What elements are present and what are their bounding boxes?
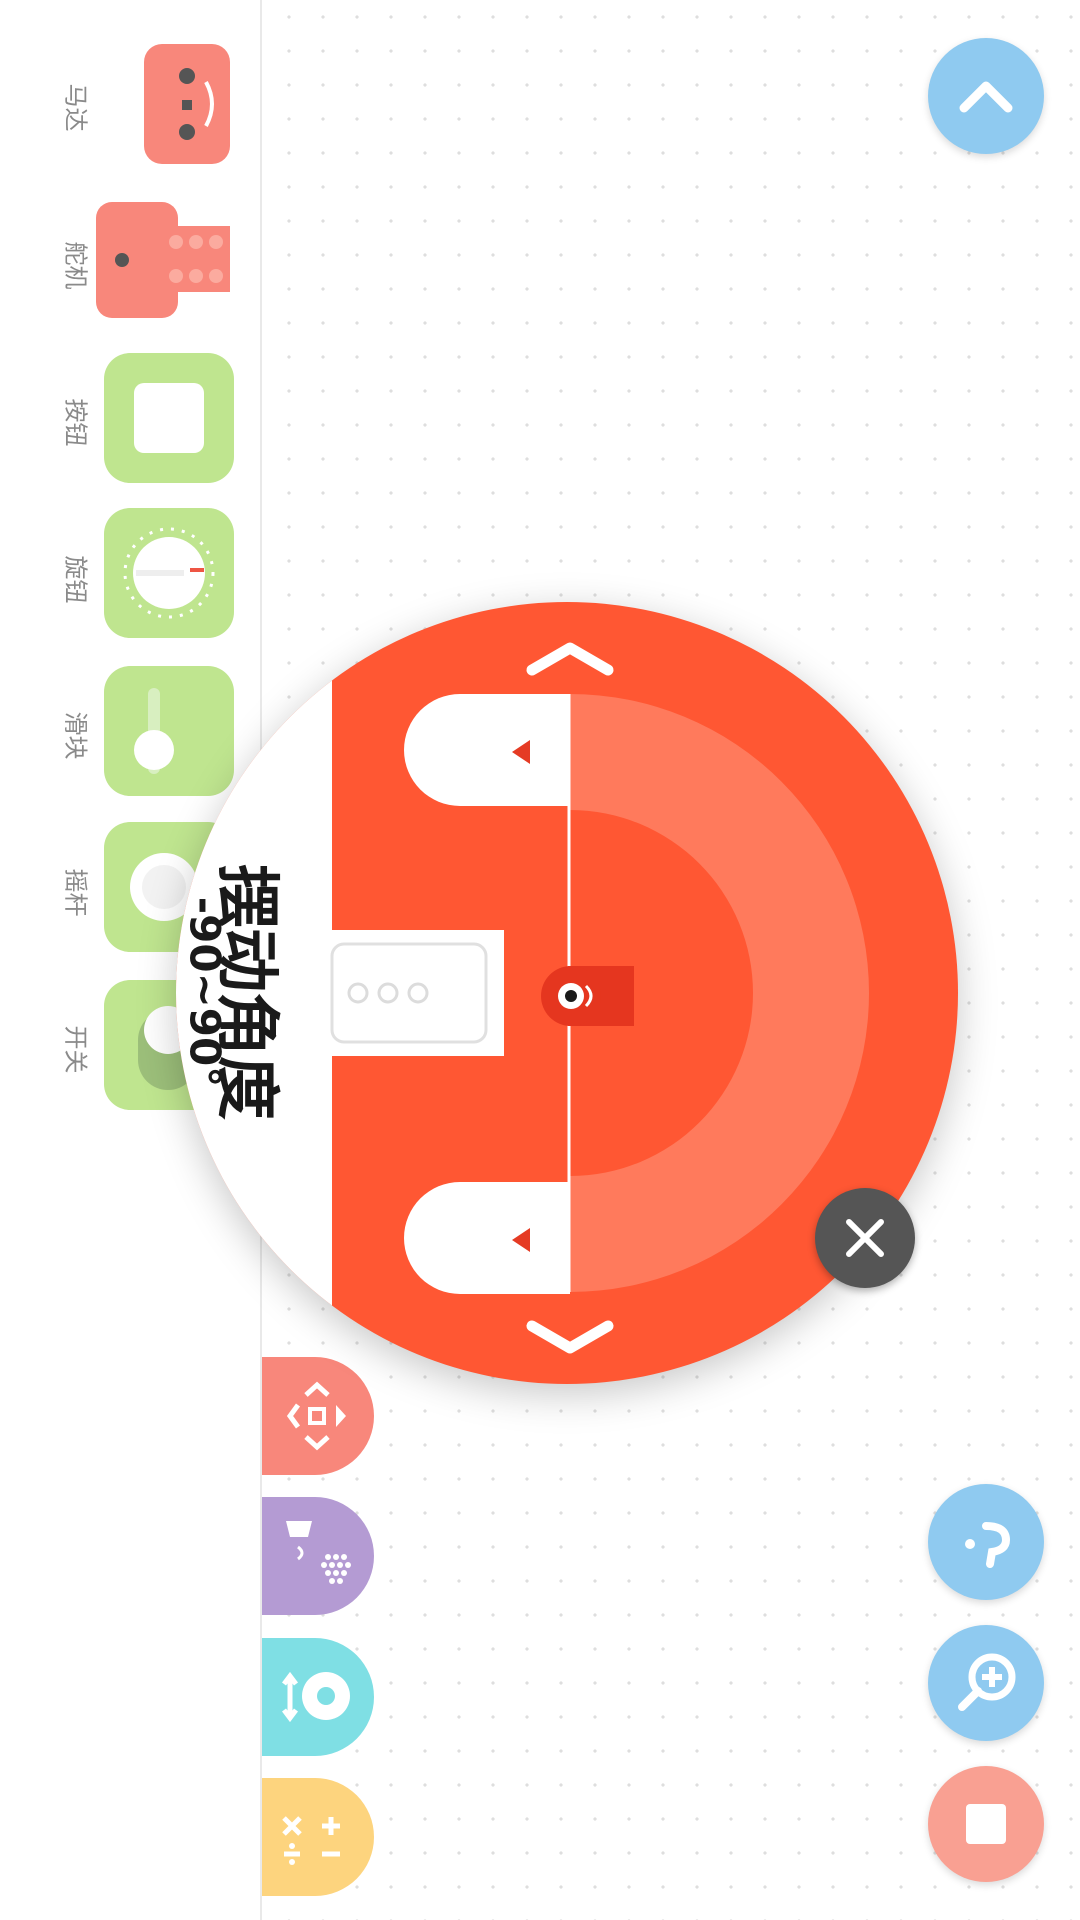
sensor-icon <box>282 1671 350 1723</box>
palette-label-motor: 马达 <box>61 83 90 132</box>
palette-item-servo[interactable] <box>96 202 230 318</box>
zoom-button[interactable] <box>928 1625 1044 1741</box>
palette-label-button: 按钮 <box>61 398 90 447</box>
help-icon <box>965 1522 1011 1568</box>
collapse-button[interactable] <box>928 38 1044 154</box>
category-tab-display-sound[interactable] <box>262 1497 374 1615</box>
palette-label-switch: 开关 <box>61 1025 90 1074</box>
palette-label-servo: 舵机 <box>61 241 90 290</box>
palette-item-motor[interactable] <box>144 44 230 164</box>
palette-label-slider: 滑块 <box>61 711 90 760</box>
palette-item-button[interactable] <box>104 353 234 483</box>
close-popup-button[interactable] <box>815 1188 915 1288</box>
category-tab-math[interactable] <box>262 1778 374 1896</box>
zoom-in-icon <box>958 1653 1016 1711</box>
motor-icon <box>179 68 214 140</box>
help-button[interactable] <box>928 1484 1044 1600</box>
category-tab-sensor[interactable] <box>262 1638 374 1756</box>
servo-icon <box>115 226 230 292</box>
chevron-up-icon <box>959 81 1013 113</box>
palette-label-knob: 旋钮 <box>61 555 90 604</box>
angle-range: -90~90° <box>180 896 230 1088</box>
stop-icon <box>966 1804 1006 1844</box>
display-sound-icon <box>286 1521 351 1584</box>
palette-label-joystick: 摇杆 <box>61 868 90 917</box>
math-operators-icon <box>282 1816 340 1865</box>
close-icon <box>846 1219 884 1257</box>
button-icon <box>134 383 204 453</box>
stop-button[interactable] <box>928 1766 1044 1882</box>
